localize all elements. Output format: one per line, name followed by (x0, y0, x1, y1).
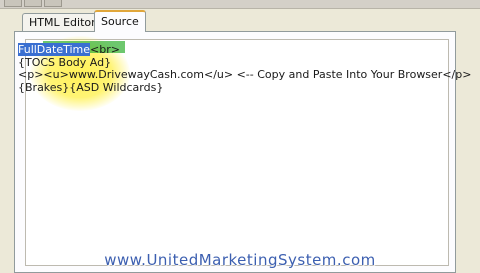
code-line-1-rest: <br> (90, 43, 120, 56)
toolbar-button[interactable] (4, 0, 22, 7)
toolbar-button[interactable] (24, 0, 42, 7)
code-line-4: {Brakes}{ASD Wildcards} (18, 80, 164, 94)
code-lines: FullDateTime<br> {TOCS Body Ad} <p><u>ww… (18, 43, 471, 94)
selected-text: FullDateTime (18, 43, 91, 56)
editor-tab-bar: HTML Editor Source (0, 8, 480, 32)
tab-html-editor[interactable]: HTML Editor (22, 13, 103, 32)
watermark-url: www.UnitedMarketingSystem.com (104, 251, 376, 269)
code-line-2: {TOCS Body Ad} (18, 55, 112, 69)
code-line-3: <p><u>www.DrivewayCash.com</u> <-- Copy … (18, 68, 472, 82)
tab-source[interactable]: Source (94, 10, 146, 32)
toolbar-button[interactable] (44, 0, 62, 7)
